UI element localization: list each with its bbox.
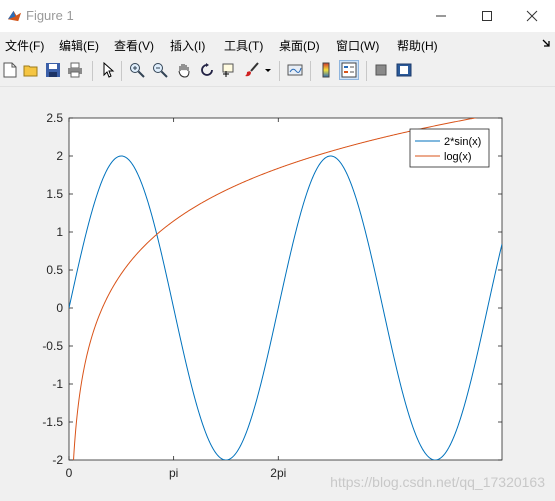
y-tick-label: -2	[52, 453, 63, 467]
colorbar-icon	[322, 62, 330, 78]
y-tick-label: -0.5	[42, 339, 63, 353]
menu-edit[interactable]: 编辑(E)	[59, 37, 99, 54]
legend-label: log(x)	[444, 151, 472, 163]
y-tick-label: 1	[56, 225, 63, 239]
new-figure-icon	[3, 62, 17, 78]
toolbar	[0, 56, 555, 87]
axes-box[interactable]	[68, 117, 503, 461]
legend-button[interactable]	[339, 60, 359, 80]
toolbar-separator	[121, 61, 122, 81]
plot-svg[interactable]: -2 -1.5 -1 -0.5 0 0.5 1 1.5 2 2.5 0 pi 2pi 2*sin(x) lo…	[0, 87, 555, 501]
y-tick-label: -1	[52, 377, 63, 391]
pan-hand-icon	[178, 64, 190, 78]
legend-label: 2*sin(x)	[444, 136, 481, 148]
menu-file[interactable]: 文件(F)	[5, 37, 44, 54]
brush-dropdown-icon	[265, 69, 271, 72]
rotate-3d-button[interactable]	[197, 60, 217, 80]
hide-plot-tools-icon	[375, 64, 387, 76]
show-plot-tools-button[interactable]	[394, 60, 414, 80]
y-tick-label: 1.5	[46, 187, 63, 201]
y-tick-label: -1.5	[42, 415, 63, 429]
menu-desktop[interactable]: 桌面(D)	[279, 37, 320, 54]
data-cursor-button[interactable]	[219, 60, 239, 80]
matlab-icon	[7, 8, 22, 23]
maximize-button[interactable]	[464, 0, 510, 32]
window-title: Figure 1	[26, 8, 74, 23]
close-button[interactable]	[509, 0, 555, 32]
x-tick-label: pi	[169, 466, 178, 480]
print-button[interactable]	[65, 60, 85, 80]
menu-window[interactable]: 窗口(W)	[336, 37, 379, 54]
zoom-out-icon	[153, 63, 168, 78]
print-icon	[68, 62, 82, 78]
link-plot-icon	[287, 64, 303, 76]
edit-plot-button[interactable]	[98, 60, 118, 80]
close-icon	[526, 10, 538, 22]
dock-arrow-icon[interactable]	[541, 38, 551, 48]
x-tick-label: 0	[66, 466, 73, 480]
data-cursor-icon	[222, 63, 234, 77]
toolbar-separator	[279, 61, 280, 81]
new-figure-button[interactable]	[0, 60, 20, 80]
y-tick-label: 2	[56, 149, 63, 163]
save-button[interactable]	[43, 60, 63, 80]
minimize-icon	[436, 15, 446, 17]
pan-button[interactable]	[174, 60, 194, 80]
menu-help[interactable]: 帮助(H)	[397, 37, 438, 54]
figure-canvas: -2 -1.5 -1 -0.5 0 0.5 1 1.5 2 2.5 0 pi 2pi 2*sin(x) lo…	[0, 87, 555, 501]
menu-tools[interactable]: 工具(T)	[224, 37, 263, 54]
zoom-in-button[interactable]	[127, 60, 147, 80]
save-icon	[46, 63, 60, 77]
x-tick-label: 2pi	[270, 466, 286, 480]
brush-icon	[245, 62, 259, 77]
zoom-in-icon	[130, 63, 145, 78]
menu-bar: 文件(F) 编辑(E) 查看(V) 插入(I) 工具(T) 桌面(D) 窗口(W…	[0, 32, 555, 56]
link-plot-button[interactable]	[285, 60, 305, 80]
y-tick-label: 0.5	[46, 263, 63, 277]
y-tick-label: 0	[56, 301, 63, 315]
watermark-text: https://blog.csdn.net/qq_17320163	[330, 474, 545, 490]
edit-plot-arrow-icon	[103, 62, 115, 78]
brush-dropdown-button[interactable]	[263, 60, 273, 80]
menu-insert[interactable]: 插入(I)	[170, 37, 205, 54]
show-plot-tools-icon	[396, 63, 412, 77]
toolbar-separator	[366, 61, 367, 81]
toolbar-separator	[310, 61, 311, 81]
minimize-button[interactable]	[418, 0, 464, 32]
y-tick-label: 2.5	[46, 111, 63, 125]
colorbar-button[interactable]	[316, 60, 336, 80]
zoom-out-button[interactable]	[150, 60, 170, 80]
open-file-button[interactable]	[21, 60, 41, 80]
maximize-icon	[482, 11, 492, 21]
title-bar: Figure 1	[0, 0, 555, 32]
hide-plot-tools-button[interactable]	[371, 60, 391, 80]
legend-icon	[341, 62, 357, 78]
brush-button[interactable]	[242, 60, 262, 80]
open-file-icon	[23, 65, 38, 77]
toolbar-separator	[92, 61, 93, 81]
rotate-3d-icon	[201, 63, 213, 76]
menu-view[interactable]: 查看(V)	[114, 37, 154, 54]
